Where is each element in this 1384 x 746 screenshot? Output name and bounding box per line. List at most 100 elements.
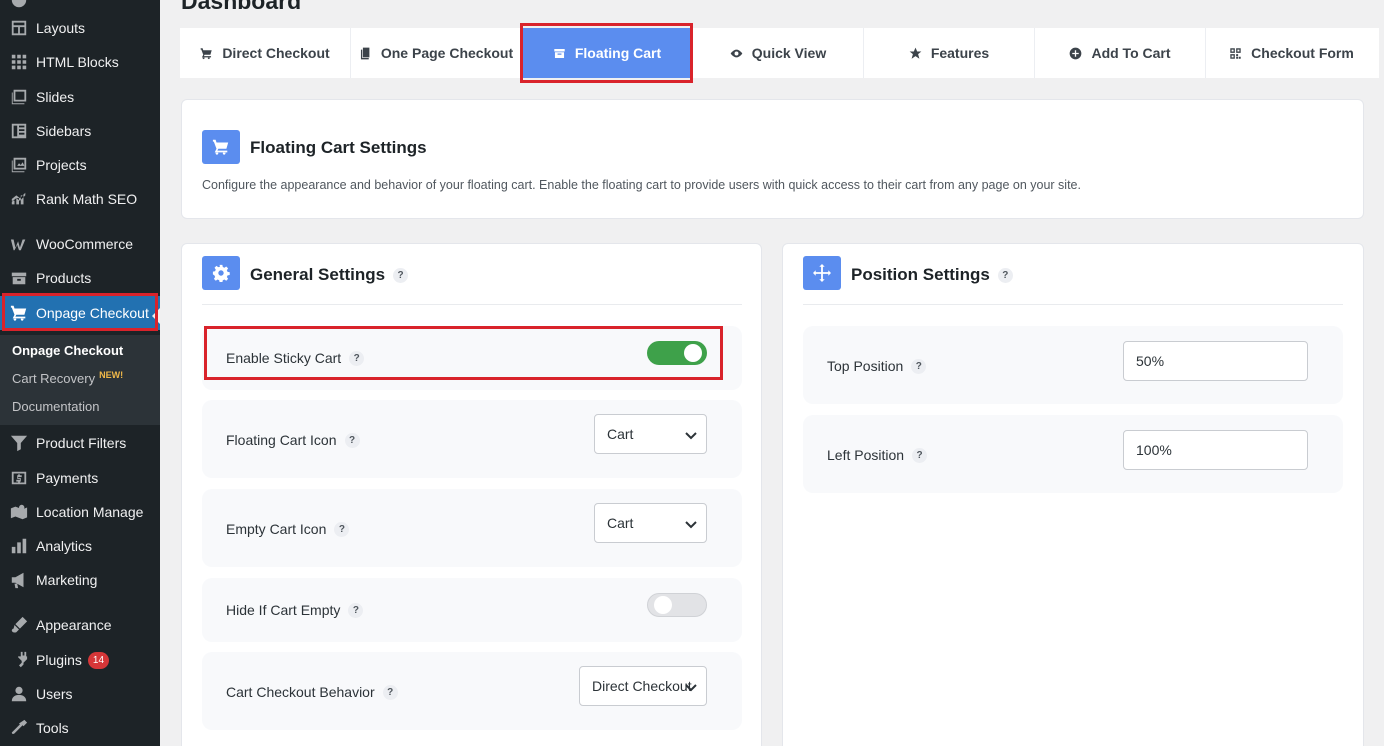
sidebar-item-tools[interactable]: Tools xyxy=(0,711,160,745)
page-title: Dashboard xyxy=(181,0,302,14)
sidebar-item-label: Location Manage xyxy=(36,504,144,520)
help-icon[interactable]: ? xyxy=(997,268,1013,284)
sidebar-item-label: Products xyxy=(36,270,92,286)
sidebar-item-label: WooCommerce xyxy=(36,236,133,252)
help-icon[interactable]: ? xyxy=(911,358,927,374)
setting-label: Left Position? xyxy=(827,447,928,463)
sidebar-item-products[interactable]: Products xyxy=(0,261,160,295)
sidebar-item-label: HTML Blocks xyxy=(36,54,119,70)
sidebar-item-plugins[interactable]: Plugins 14 xyxy=(0,643,160,677)
card-title: Position Settings? xyxy=(851,265,1013,285)
submenu-item-documentation[interactable]: Documentation xyxy=(12,399,99,414)
tab-one-page-checkout[interactable]: One Page Checkout xyxy=(351,28,522,78)
projects-icon xyxy=(9,155,29,175)
help-icon[interactable]: ? xyxy=(382,684,398,700)
setting-label: Cart Checkout Behavior? xyxy=(226,684,398,700)
sidebar-item-marketing[interactable]: Marketing xyxy=(0,563,160,597)
sidebar-item-rank-math[interactable]: Rank Math SEO xyxy=(0,182,160,216)
sidebar-item-label: Tools xyxy=(36,720,69,736)
left-position-input[interactable] xyxy=(1123,430,1308,470)
help-icon[interactable]: ? xyxy=(344,432,360,448)
tab-floating-cart[interactable]: Floating Cart xyxy=(522,28,693,78)
sidebar-item-label: Marketing xyxy=(36,572,98,588)
sidebar-item-layouts[interactable]: Layouts xyxy=(0,11,160,45)
cart-icon xyxy=(202,130,240,164)
sidebar-item-label: Appearance xyxy=(36,617,112,633)
setting-label: Empty Cart Icon? xyxy=(226,521,350,537)
form-icon xyxy=(1229,47,1242,60)
sidebar-item-woocommerce[interactable]: WooCommerce xyxy=(0,227,160,261)
empty-cart-icon-select[interactable]: Cart xyxy=(594,503,707,543)
filter-icon xyxy=(9,433,29,453)
tab-checkout-form[interactable]: Checkout Form xyxy=(1206,28,1377,78)
floating-cart-settings-card: Floating Cart Settings Configure the app… xyxy=(181,99,1364,219)
sidebar-item-users[interactable]: Users xyxy=(0,677,160,711)
sidebar-item-label: Users xyxy=(36,686,73,702)
card-title: Floating Cart Settings xyxy=(250,138,427,157)
appearance-icon xyxy=(9,615,29,635)
card-description: Configure the appearance and behavior of… xyxy=(202,178,1081,192)
sidebar-item-label: Analytics xyxy=(36,538,93,554)
sidebar-item-label: Projects xyxy=(36,157,87,173)
sidebar-item-label: Product Filters xyxy=(36,435,127,451)
help-icon[interactable]: ? xyxy=(334,521,350,537)
pages-icon xyxy=(359,47,372,60)
tab-features[interactable]: Features xyxy=(864,28,1035,78)
tools-icon xyxy=(9,718,29,738)
payments-icon xyxy=(9,468,29,488)
cart-icon xyxy=(9,303,29,323)
setting-label: Top Position? xyxy=(827,358,927,374)
sidebar-item-product-filters[interactable]: Product Filters xyxy=(0,426,160,460)
setting-row-floating-cart-icon: Floating Cart Icon? Cart xyxy=(202,400,742,478)
rank-math-icon xyxy=(9,189,29,209)
update-count-badge: 14 xyxy=(87,651,110,669)
setting-row-cart-checkout-behavior: Cart Checkout Behavior? Direct Checkout xyxy=(202,652,742,730)
help-icon[interactable]: ? xyxy=(348,602,364,618)
submenu-item-onpage-checkout[interactable]: Onpage Checkout xyxy=(12,343,123,358)
card-title: General Settings? xyxy=(250,265,409,285)
general-settings-card: General Settings? Enable Sticky Cart? Fl… xyxy=(181,243,762,746)
location-icon xyxy=(9,502,29,522)
chevron-down-icon xyxy=(684,517,698,531)
floating-cart-icon-select[interactable]: Cart xyxy=(594,414,707,454)
move-icon xyxy=(803,256,841,290)
help-icon[interactable]: ? xyxy=(393,268,409,284)
setting-label: Hide If Cart Empty? xyxy=(226,602,364,618)
sidebar-item-label: Slides xyxy=(36,89,75,105)
sidebars-icon xyxy=(9,121,29,141)
gear-icon xyxy=(202,256,240,290)
tab-quick-view[interactable]: Quick View xyxy=(693,28,864,78)
sidebar-item-label: Payments xyxy=(36,470,99,486)
sidebar-item-projects[interactable]: Projects xyxy=(0,148,160,182)
analytics-icon xyxy=(9,536,29,556)
html-blocks-icon xyxy=(9,52,29,72)
setting-row-top-position: Top Position? xyxy=(803,326,1343,404)
help-icon[interactable]: ? xyxy=(912,447,928,463)
enable-sticky-cart-toggle[interactable] xyxy=(647,341,707,365)
help-icon[interactable]: ? xyxy=(349,350,365,366)
eye-icon xyxy=(730,47,743,60)
top-position-input[interactable] xyxy=(1123,341,1308,381)
sidebar-item-slides[interactable]: Slides xyxy=(0,80,160,114)
tab-direct-checkout[interactable]: Direct Checkout xyxy=(180,28,351,78)
toggle-knob xyxy=(684,344,702,362)
submenu-item-cart-recovery[interactable]: Cart Recovery NEW! xyxy=(12,370,124,386)
sidebar-item-payments[interactable]: Payments xyxy=(0,461,160,495)
sidebar-item-sidebars[interactable]: Sidebars xyxy=(0,114,160,148)
hide-if-cart-empty-toggle[interactable] xyxy=(647,593,707,617)
toggle-knob xyxy=(654,596,672,614)
sidebar-item-label: Sidebars xyxy=(36,123,92,139)
sidebar-item-appearance[interactable]: Appearance xyxy=(0,608,160,642)
sidebar-item-label: Onpage Checkout xyxy=(36,305,149,321)
position-settings-card: Position Settings? Top Position? Left Po… xyxy=(782,243,1364,746)
setting-label: Floating Cart Icon? xyxy=(226,432,360,448)
sidebar-item-analytics[interactable]: Analytics xyxy=(0,529,160,563)
tab-add-to-cart[interactable]: Add To Cart xyxy=(1035,28,1206,78)
setting-row-hide-if-cart-empty: Hide If Cart Empty? xyxy=(202,578,742,642)
cart-checkout-behavior-select[interactable]: Direct Checkout xyxy=(579,666,707,706)
chevron-down-icon xyxy=(684,428,698,442)
sidebar-item-onpage-checkout[interactable]: Onpage Checkout xyxy=(0,296,160,330)
new-badge: NEW! xyxy=(99,370,124,380)
sidebar-item-html-blocks[interactable]: HTML Blocks xyxy=(0,45,160,79)
sidebar-item-location-manage[interactable]: Location Manage xyxy=(0,495,160,529)
